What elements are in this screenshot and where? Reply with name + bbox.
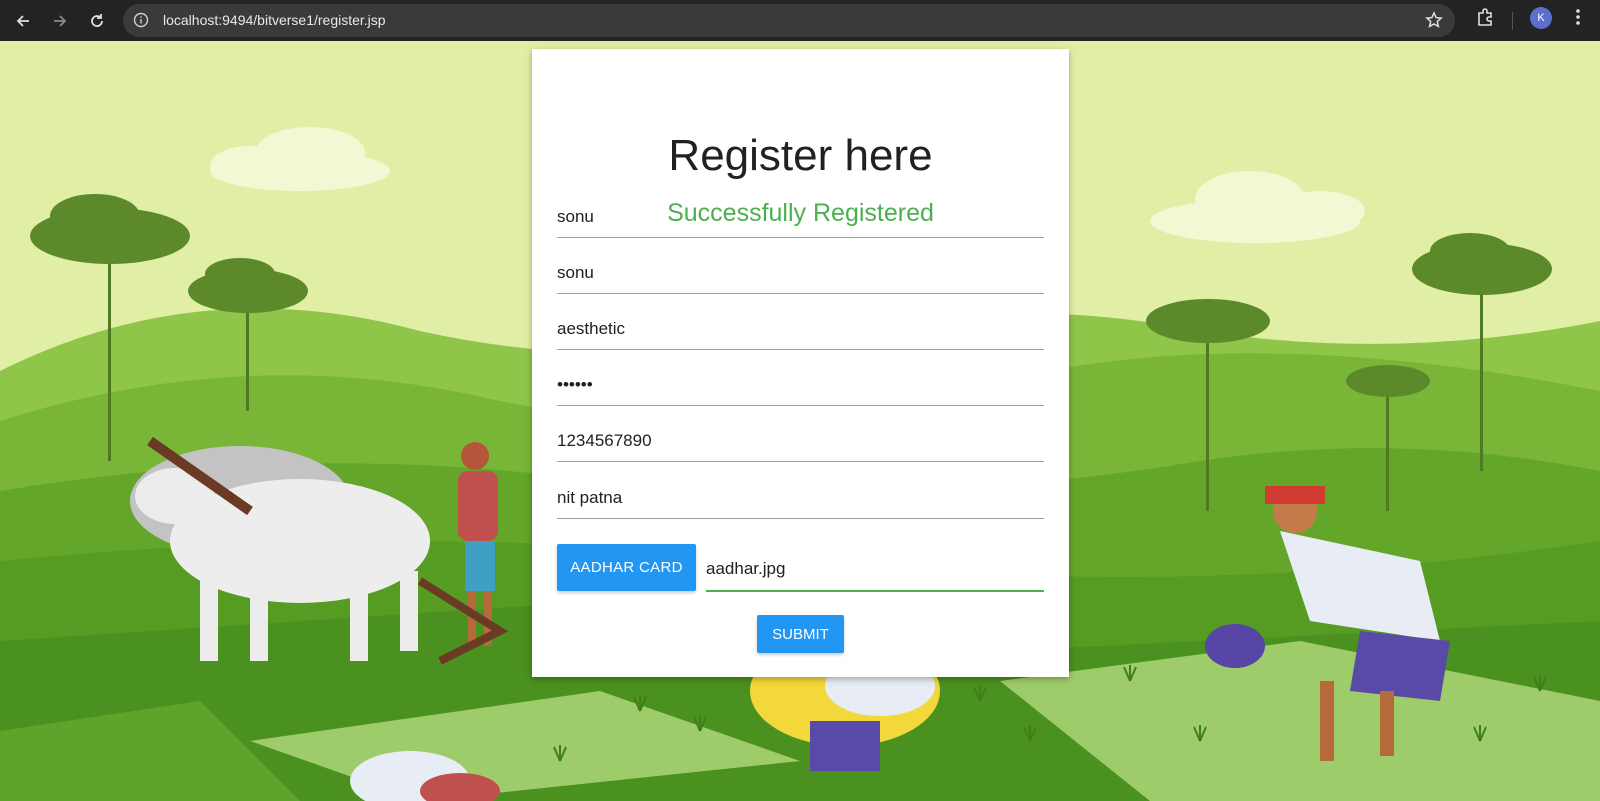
bookmark-star-icon[interactable] <box>1425 11 1443 33</box>
site-info-icon[interactable] <box>133 12 149 32</box>
file-path-field[interactable]: aadhar.jpg <box>706 550 1044 592</box>
text-field-value: aesthetic <box>557 319 626 338</box>
profile-avatar[interactable]: K <box>1530 7 1552 29</box>
address-field-value: nit patna <box>557 488 623 507</box>
username-field-value: sonu <box>557 263 594 282</box>
aadhar-file-button[interactable]: AADHAR CARD <box>557 544 696 591</box>
url-text[interactable]: localhost:9494/bitverse1/register.jsp <box>163 12 386 28</box>
file-path-value: aadhar.jpg <box>706 559 786 578</box>
password-field-value: •••••• <box>557 375 593 394</box>
phone-field-value: 1234567890 <box>557 431 652 450</box>
password-field[interactable]: •••••• <box>557 366 1044 406</box>
browser-toolbar: localhost:9494/bitverse1/register.jsp K <box>0 0 1600 41</box>
toolbar-divider <box>1512 12 1513 30</box>
forward-icon[interactable] <box>45 6 75 36</box>
more-menu-icon[interactable] <box>1568 6 1588 32</box>
phone-field[interactable]: 1234567890 <box>557 422 1044 462</box>
address-field[interactable]: nit patna <box>557 479 1044 519</box>
name-field-value: sonu <box>557 207 594 226</box>
back-icon[interactable] <box>8 6 38 36</box>
page-title: Register here <box>668 131 933 180</box>
name-field[interactable]: sonu <box>557 198 1044 238</box>
submit-button[interactable]: SUBMIT <box>757 615 844 653</box>
extensions-icon[interactable] <box>1475 6 1497 32</box>
reload-icon[interactable] <box>82 6 112 36</box>
username-field[interactable]: sonu <box>557 254 1044 294</box>
address-bar[interactable]: localhost:9494/bitverse1/register.jsp <box>123 4 1455 37</box>
text-field[interactable]: aesthetic <box>557 310 1044 350</box>
